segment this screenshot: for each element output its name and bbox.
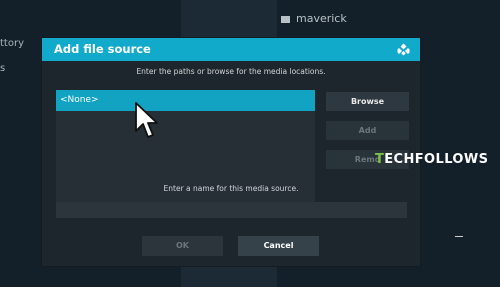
media-source-name-input[interactable] [56, 202, 407, 218]
watermark-text: ECHFOLLOWS [384, 152, 489, 167]
dialog-title: Add file source [54, 42, 151, 56]
background-left-label: ttory [0, 38, 24, 49]
background-dash [455, 236, 463, 237]
path-list-item-none[interactable]: <None> [56, 90, 315, 111]
background-folder-label: maverick [296, 12, 347, 25]
kodi-logo-icon [397, 43, 410, 56]
folder-icon [281, 15, 290, 23]
mouse-cursor-icon [135, 102, 158, 138]
cancel-button[interactable]: Cancel [238, 236, 319, 256]
techfollows-watermark: TECHFOLLOWS [375, 152, 488, 167]
dialog-instruction: Enter the paths or browse for the media … [136, 67, 326, 76]
ok-button[interactable]: OK [142, 236, 223, 256]
watermark-first-letter: T [375, 152, 385, 167]
background-folder-item: maverick [281, 12, 347, 25]
name-instruction: Enter a name for this media source. [163, 184, 299, 193]
background-left-label-2: s [0, 63, 6, 74]
browse-button[interactable]: Browse [326, 92, 409, 111]
path-list-item-label: <None> [60, 95, 99, 105]
dialog-header: Add file source [42, 38, 420, 61]
add-file-source-dialog: Add file source Enter the paths or brows… [42, 38, 420, 266]
add-button[interactable]: Add [326, 121, 409, 140]
